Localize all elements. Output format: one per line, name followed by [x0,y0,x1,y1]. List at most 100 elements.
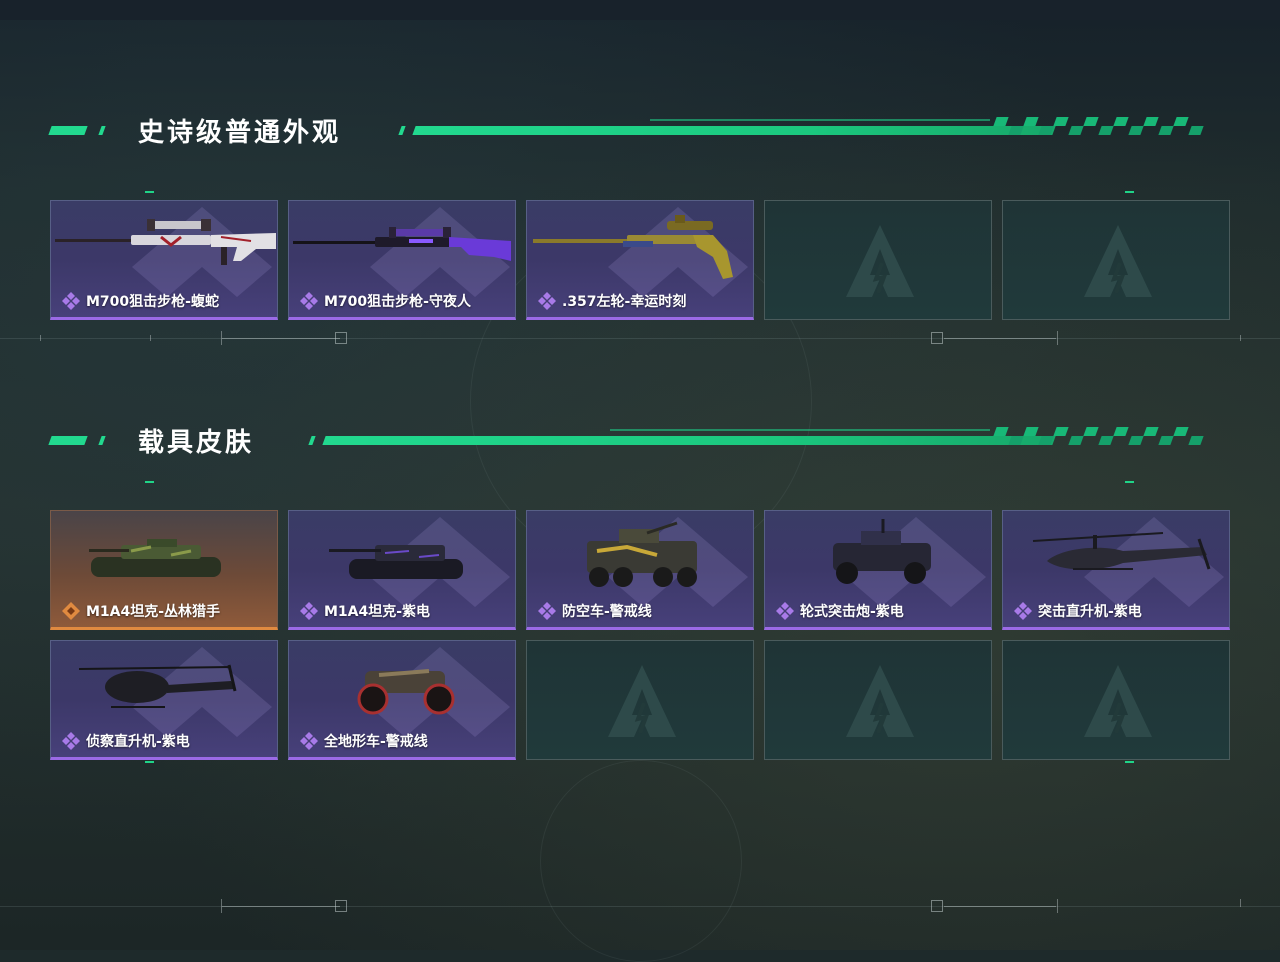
game-logo-icon [1084,225,1152,297]
section-title: 载具皮肤 [138,428,255,458]
scout-helicopter-icon [78,664,237,708]
skin-label: M700狙击步枪-守夜人 [299,291,471,311]
anti-air-vehicle-icon [587,521,697,587]
hud-square [931,900,943,912]
header-line [322,436,1056,445]
header-accent-bar [48,436,88,445]
wheeled-assault-gun-icon [833,519,931,584]
empty-skin-slot [1002,200,1230,320]
skin-card[interactable]: 轮式突击炮-紫电 [764,510,992,630]
skin-label: .357左轮-幸运时刻 [537,291,686,311]
game-logo-icon [846,665,914,737]
hud-tick [221,331,222,345]
hud-square [335,332,347,344]
header-accent-tick [98,126,106,135]
empty-skin-slot [1002,640,1230,760]
skin-name: 轮式突击炮-紫电 [800,604,904,620]
hud-green-dash [145,761,154,763]
skin-name: 全地形车-警戒线 [324,734,428,750]
purple-diamond-icon [1014,602,1032,620]
hud-line [0,338,1280,339]
atv-icon [357,669,455,715]
hud-tick [1240,899,1241,907]
hud-green-dash [145,481,154,483]
orange-diamond-icon [62,602,80,620]
skin-name: M1A4坦克-丛林猎手 [86,604,221,620]
hud-green-dash [1125,191,1134,193]
skin-card[interactable]: M700狙击步枪-蝮蛇 [50,200,278,320]
skin-card[interactable]: 全地形车-警戒线 [288,640,516,760]
game-logo-icon [846,225,914,297]
tank-icon [89,539,221,577]
hud-line-bright [944,906,1056,907]
hud-tick [150,335,151,341]
skin-card[interactable]: 防空车-警戒线 [526,510,754,630]
skin-label: 侦察直升机-紫电 [61,731,190,751]
skin-name: M700狙击步枪-蝮蛇 [86,294,219,310]
skin-label: 全地形车-警戒线 [299,731,428,751]
hud-square [931,332,943,344]
game-logo-icon [1084,665,1152,737]
header-thin-line [610,429,990,431]
skin-label: 突击直升机-紫电 [1013,601,1142,621]
hud-green-dash [1125,761,1134,763]
header-accent-tick [398,126,406,135]
top-bar [0,0,1280,20]
hud-line-bright [222,338,340,339]
hud-tick [1057,331,1058,345]
header-checker-pattern [993,427,1205,445]
purple-diamond-icon [62,292,80,310]
section-header-vehicle-skins: 载具皮肤 [48,425,1210,458]
skin-label: M1A4坦克-紫电 [299,601,430,621]
header-accent-tick [308,436,316,445]
header-line [412,126,1056,135]
empty-skin-slot [764,640,992,760]
skin-name: M1A4坦克-紫电 [324,604,431,620]
skin-label: 防空车-警戒线 [537,601,652,621]
hud-tick [1240,335,1241,341]
empty-skin-slot [764,200,992,320]
skin-name: 突击直升机-紫电 [1038,604,1142,620]
purple-diamond-icon [538,602,556,620]
empty-skin-slot [526,640,754,760]
tank-icon [329,545,463,579]
header-accent-tick [98,436,106,445]
skin-card[interactable]: M700狙击步枪-守夜人 [288,200,516,320]
hud-green-dash [1125,481,1134,483]
game-logo-icon [608,665,676,737]
skin-card[interactable]: 侦察直升机-紫电 [50,640,278,760]
hud-tick [221,899,222,913]
hud-tick [40,335,41,341]
hud-green-dash [145,191,154,193]
revolver-rifle-icon [533,215,733,279]
header-thin-line [650,119,990,121]
hud-line-bright [222,906,340,907]
skin-card[interactable]: .357左轮-幸运时刻 [526,200,754,320]
skin-label: M700狙击步枪-蝮蛇 [61,291,219,311]
hud-tick [1057,899,1058,913]
header-accent-bar [48,126,88,135]
skin-name: 防空车-警戒线 [562,604,652,620]
purple-diamond-icon [300,602,318,620]
skin-name: 侦察直升机-紫电 [86,734,190,750]
hud-line-bright [944,338,1056,339]
sniper-rifle-icon [55,219,276,265]
attack-helicopter-icon [1032,532,1211,570]
skin-name: M700狙击步枪-守夜人 [324,294,471,310]
skin-name: .357左轮-幸运时刻 [562,294,687,310]
purple-diamond-icon [62,732,80,750]
skin-card[interactable]: M1A4坦克-紫电 [288,510,516,630]
purple-diamond-icon [538,292,556,310]
skin-card[interactable]: 突击直升机-紫电 [1002,510,1230,630]
hud-line [0,906,1280,907]
header-checker-pattern [993,117,1205,135]
hud-square [335,900,347,912]
purple-diamond-icon [300,292,318,310]
purple-diamond-icon [300,732,318,750]
purple-diamond-icon [776,602,794,620]
skin-label: M1A4坦克-丛林猎手 [61,601,220,621]
background-ring [540,760,742,962]
sniper-rifle-icon [293,227,511,261]
skin-card[interactable]: M1A4坦克-丛林猎手 [50,510,278,630]
section-header-epic-skins: 史诗级普通外观 [48,115,1210,148]
